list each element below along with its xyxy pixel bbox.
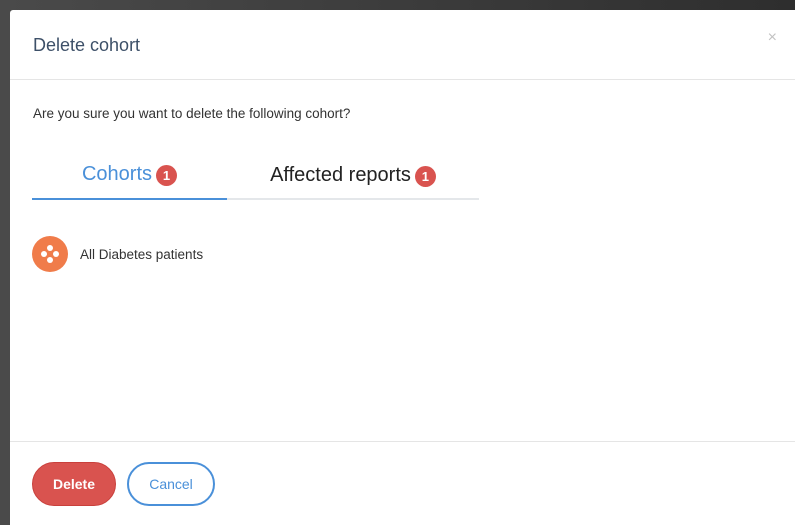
tab-affected-reports[interactable]: Affected reports 1 xyxy=(227,150,479,200)
tab-cohorts[interactable]: Cohorts 1 xyxy=(32,150,227,200)
cancel-button[interactable]: Cancel xyxy=(127,462,215,506)
dialog-title: Delete cohort xyxy=(33,35,141,55)
tab-cohorts-count-badge: 1 xyxy=(156,164,178,186)
tab-affected-reports-label: Affected reports xyxy=(270,163,411,186)
tab-bar: Cohorts 1 Affected reports 1 xyxy=(32,150,479,200)
close-icon[interactable]: × xyxy=(768,30,777,46)
cohort-list-item: All Diabetes patients xyxy=(32,236,203,272)
dialog-header: Delete cohort × xyxy=(10,10,795,80)
cohort-icon xyxy=(32,236,68,272)
delete-button[interactable]: Delete xyxy=(32,462,116,506)
tab-cohorts-label: Cohorts xyxy=(81,162,153,185)
cohort-name: All Diabetes patients xyxy=(80,246,204,262)
delete-cohort-dialog: Delete cohort × Are you sure you want to… xyxy=(10,10,795,525)
tab-affected-reports-count-badge: 1 xyxy=(414,165,436,187)
dialog-footer: Delete Cancel xyxy=(10,441,795,525)
confirmation-question: Are you sure you want to delete the foll… xyxy=(33,106,351,121)
